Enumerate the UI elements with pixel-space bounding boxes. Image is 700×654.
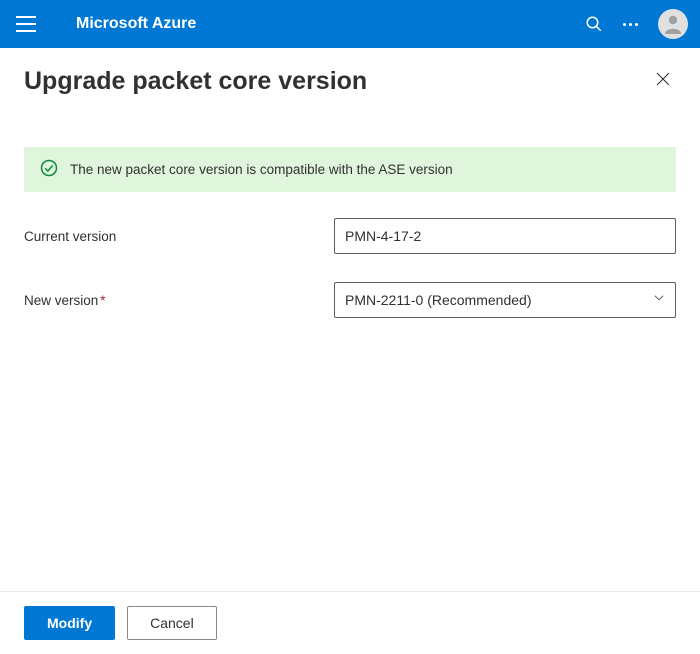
avatar[interactable]: [658, 9, 688, 39]
new-version-select[interactable]: PMN-2211-0 (Recommended): [334, 282, 676, 318]
brand-name: Microsoft Azure: [76, 15, 585, 33]
menu-icon[interactable]: [16, 14, 36, 34]
page-title: Upgrade packet core version: [24, 67, 367, 96]
current-version-label: Current version: [24, 229, 334, 244]
search-icon[interactable]: [585, 15, 603, 33]
modify-button[interactable]: Modify: [24, 606, 115, 640]
new-version-selected: PMN-2211-0 (Recommended): [345, 292, 531, 308]
footer: Modify Cancel: [0, 591, 700, 654]
cancel-button[interactable]: Cancel: [127, 606, 217, 640]
banner-message: The new packet core version is compatibl…: [70, 162, 453, 177]
current-version-row: Current version: [24, 218, 676, 254]
new-version-label: New version*: [24, 293, 334, 308]
required-indicator: *: [100, 293, 105, 308]
success-banner: The new packet core version is compatibl…: [24, 147, 676, 192]
new-version-row: New version* PMN-2211-0 (Recommended): [24, 282, 676, 318]
more-icon[interactable]: [623, 23, 638, 26]
page-title-row: Upgrade packet core version: [0, 48, 700, 111]
check-circle-icon: [40, 159, 58, 180]
close-icon[interactable]: [650, 66, 676, 97]
content: The new packet core version is compatibl…: [0, 111, 700, 591]
top-header: Microsoft Azure: [0, 0, 700, 48]
current-version-input[interactable]: [334, 218, 676, 254]
header-actions: [585, 9, 688, 39]
